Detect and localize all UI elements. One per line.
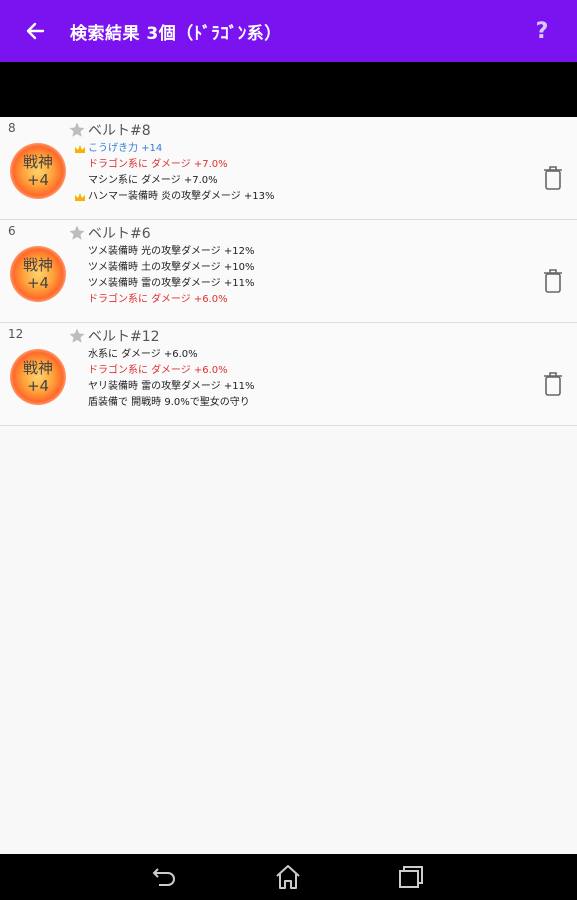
effect-line: 水系に ダメージ +6.0% [74,347,254,363]
badge-title: 戦神 [22,359,53,377]
effect-line: こうげき力 +14 [74,141,274,157]
effect-text: ツメ装備時 雷の攻撃ダメージ +11% [88,278,255,289]
effect-line: ツメ装備時 光の攻撃ダメージ +12% [74,244,254,260]
effect-line: 盾装備で 開戦時 9.0%で聖女の守り [74,395,254,411]
back-button[interactable] [0,0,70,62]
effects-list: こうげき力 +14 ドラゴン系に ダメージ +7.0% マシン系に ダメージ +7.… [74,141,274,205]
effect-line: ヤリ装備時 雷の攻撃ダメージ +11% [74,379,254,395]
rank-badge: 戦神 +4 [10,143,66,199]
result-list: 8 戦神 +4 ベルト#8 こうげき力 +14 ドラゴン系に ダメージ +7.0%… [0,117,577,426]
effect-text: こうげき力 +14 [88,143,163,154]
crown-icon [75,145,85,153]
badge-level: +4 [26,377,50,395]
effects-list: ツメ装備時 光の攻撃ダメージ +12% ツメ装備時 土の攻撃ダメージ +10% ツメ… [74,244,254,308]
black-banner-area [0,62,577,117]
badge-level: +4 [26,171,50,189]
trash-icon[interactable] [542,371,564,397]
effect-text: ツメ装備時 光の攻撃ダメージ +12% [88,246,255,257]
effect-text: ツメ装備時 土の攻撃ダメージ +10% [88,262,255,273]
effect-text: 盾装備で 開戦時 9.0%で聖女の守り [88,397,250,408]
result-number: 6 [8,224,16,238]
nav-recents-button[interactable] [396,863,426,891]
item-name: ベルト#12 [88,329,160,345]
effect-text: ドラゴン系に ダメージ +7.0% [88,159,228,170]
badge-level: +4 [26,274,50,292]
item-name: ベルト#6 [88,226,151,242]
nav-recents-icon [399,866,423,888]
rank-badge: 戦神 +4 [10,349,66,405]
effects-list: 水系に ダメージ +6.0% ドラゴン系に ダメージ +6.0% ヤリ装備時 雷の攻… [74,347,254,411]
effect-line: ハンマー装備時 炎の攻撃ダメージ +13% [74,189,274,205]
result-number: 12 [8,327,24,341]
effect-line: ドラゴン系に ダメージ +6.0% [74,292,254,308]
help-button[interactable]: ? [507,0,577,62]
effect-line: ツメ装備時 雷の攻撃ダメージ +11% [74,276,254,292]
result-number: 8 [8,121,16,135]
effect-text: ドラゴン系に ダメージ +6.0% [88,294,228,305]
back-arrow-icon [26,22,45,40]
item-name: ベルト#8 [88,123,151,139]
system-nav-bar [0,854,577,900]
nav-home-icon [276,865,300,889]
effect-line: マシン系に ダメージ +7.0% [74,173,274,189]
trash-icon[interactable] [542,165,564,191]
trash-icon[interactable] [542,268,564,294]
result-row[interactable]: 12 戦神 +4 ベルト#12 水系に ダメージ +6.0% ドラゴン系に ダメー… [0,323,577,426]
star-icon[interactable] [68,121,86,139]
effect-line: ドラゴン系に ダメージ +6.0% [74,363,254,379]
nav-home-button[interactable] [273,863,303,891]
effect-text: ドラゴン系に ダメージ +6.0% [88,365,228,376]
app-bar: 検索結果 3個（ﾄﾞﾗｺﾞﾝ系） ? [0,0,577,62]
result-row[interactable]: 8 戦神 +4 ベルト#8 こうげき力 +14 ドラゴン系に ダメージ +7.0%… [0,117,577,220]
badge-title: 戦神 [22,153,53,171]
effect-line: ツメ装備時 土の攻撃ダメージ +10% [74,260,254,276]
nav-back-button[interactable] [150,863,180,891]
star-icon[interactable] [68,327,86,345]
effect-text: マシン系に ダメージ +7.0% [88,175,218,186]
nav-back-icon [152,868,175,886]
page-title: 検索結果 3個（ﾄﾞﾗｺﾞﾝ系） [70,23,282,44]
result-row[interactable]: 6 戦神 +4 ベルト#6 ツメ装備時 光の攻撃ダメージ +12% ツメ装備時 土… [0,220,577,323]
badge-title: 戦神 [22,256,53,274]
effect-line: ドラゴン系に ダメージ +7.0% [74,157,274,173]
star-icon[interactable] [68,224,86,242]
effect-text: 水系に ダメージ +6.0% [88,349,198,360]
rank-badge: 戦神 +4 [10,246,66,302]
effect-text: ヤリ装備時 雷の攻撃ダメージ +11% [88,381,255,392]
effect-text: ハンマー装備時 炎の攻撃ダメージ +13% [88,191,275,202]
crown-icon [75,193,85,201]
